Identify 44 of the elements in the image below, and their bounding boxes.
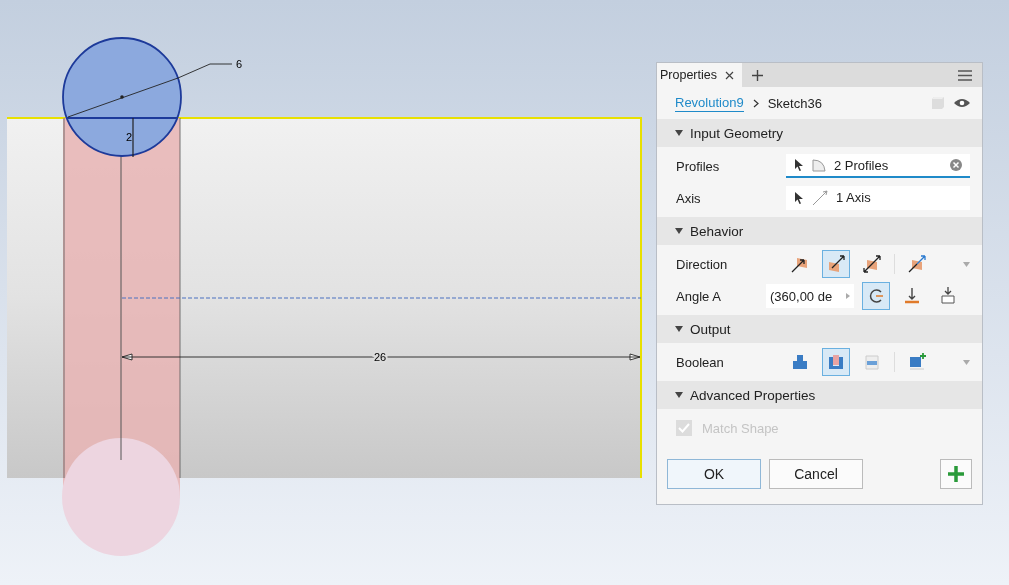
field-label: Direction [676, 256, 729, 272]
cursor-icon [794, 159, 804, 171]
field-value: 1 Axis [836, 190, 871, 205]
dropdown-caret-icon[interactable] [963, 359, 970, 365]
add-tab-icon[interactable] [752, 69, 763, 81]
cancel-button[interactable]: Cancel [769, 459, 863, 489]
section-header[interactable]: Behavior [657, 217, 982, 245]
dimension-label: 2 [126, 131, 133, 143]
field-value: 2 Profiles [834, 157, 889, 173]
caret-icon [675, 326, 683, 332]
cut-option-icon[interactable] [822, 348, 850, 376]
ok-button[interactable]: OK [667, 459, 761, 489]
selection-field[interactable]: 2 Profiles [786, 154, 970, 178]
cursor-icon [794, 191, 804, 204]
caret-icon [675, 392, 683, 398]
tab-label: Properties [660, 68, 717, 82]
dir2-option-icon[interactable] [822, 250, 850, 278]
plus-icon [947, 465, 965, 483]
angle-field[interactable]: (360,00 de [766, 284, 854, 308]
feature-link[interactable]: Revolution9 [675, 94, 744, 112]
axis-icon [812, 189, 828, 206]
properties-tab[interactable]: Properties [657, 63, 742, 87]
section-header[interactable]: Input Geometry [657, 119, 982, 147]
dropdown-caret-icon[interactable] [963, 261, 970, 267]
field-label: Boolean [676, 354, 725, 370]
field-label: Axis [676, 190, 702, 206]
dimension-label: 6 [236, 58, 243, 70]
profile-icon [812, 158, 826, 172]
caret-icon [675, 228, 683, 234]
section-header[interactable]: Advanced Properties [657, 381, 982, 409]
chevron-icon [752, 98, 759, 108]
field-label: Profiles [676, 158, 721, 174]
close-icon[interactable] [725, 70, 734, 80]
caret-icon [675, 130, 683, 136]
apply-button[interactable] [940, 459, 972, 489]
section-header[interactable]: Output [657, 315, 982, 343]
eye-icon[interactable] [954, 98, 970, 108]
full-option-icon[interactable] [862, 282, 890, 310]
arrow-icon[interactable] [846, 293, 850, 299]
menu-icon[interactable] [958, 69, 972, 81]
dimension-label: 26 [374, 351, 387, 363]
clear-icon[interactable] [950, 159, 962, 171]
sketch-link[interactable]: Sketch36 [767, 95, 822, 111]
selection-field[interactable]: 1 Axis [786, 186, 970, 210]
